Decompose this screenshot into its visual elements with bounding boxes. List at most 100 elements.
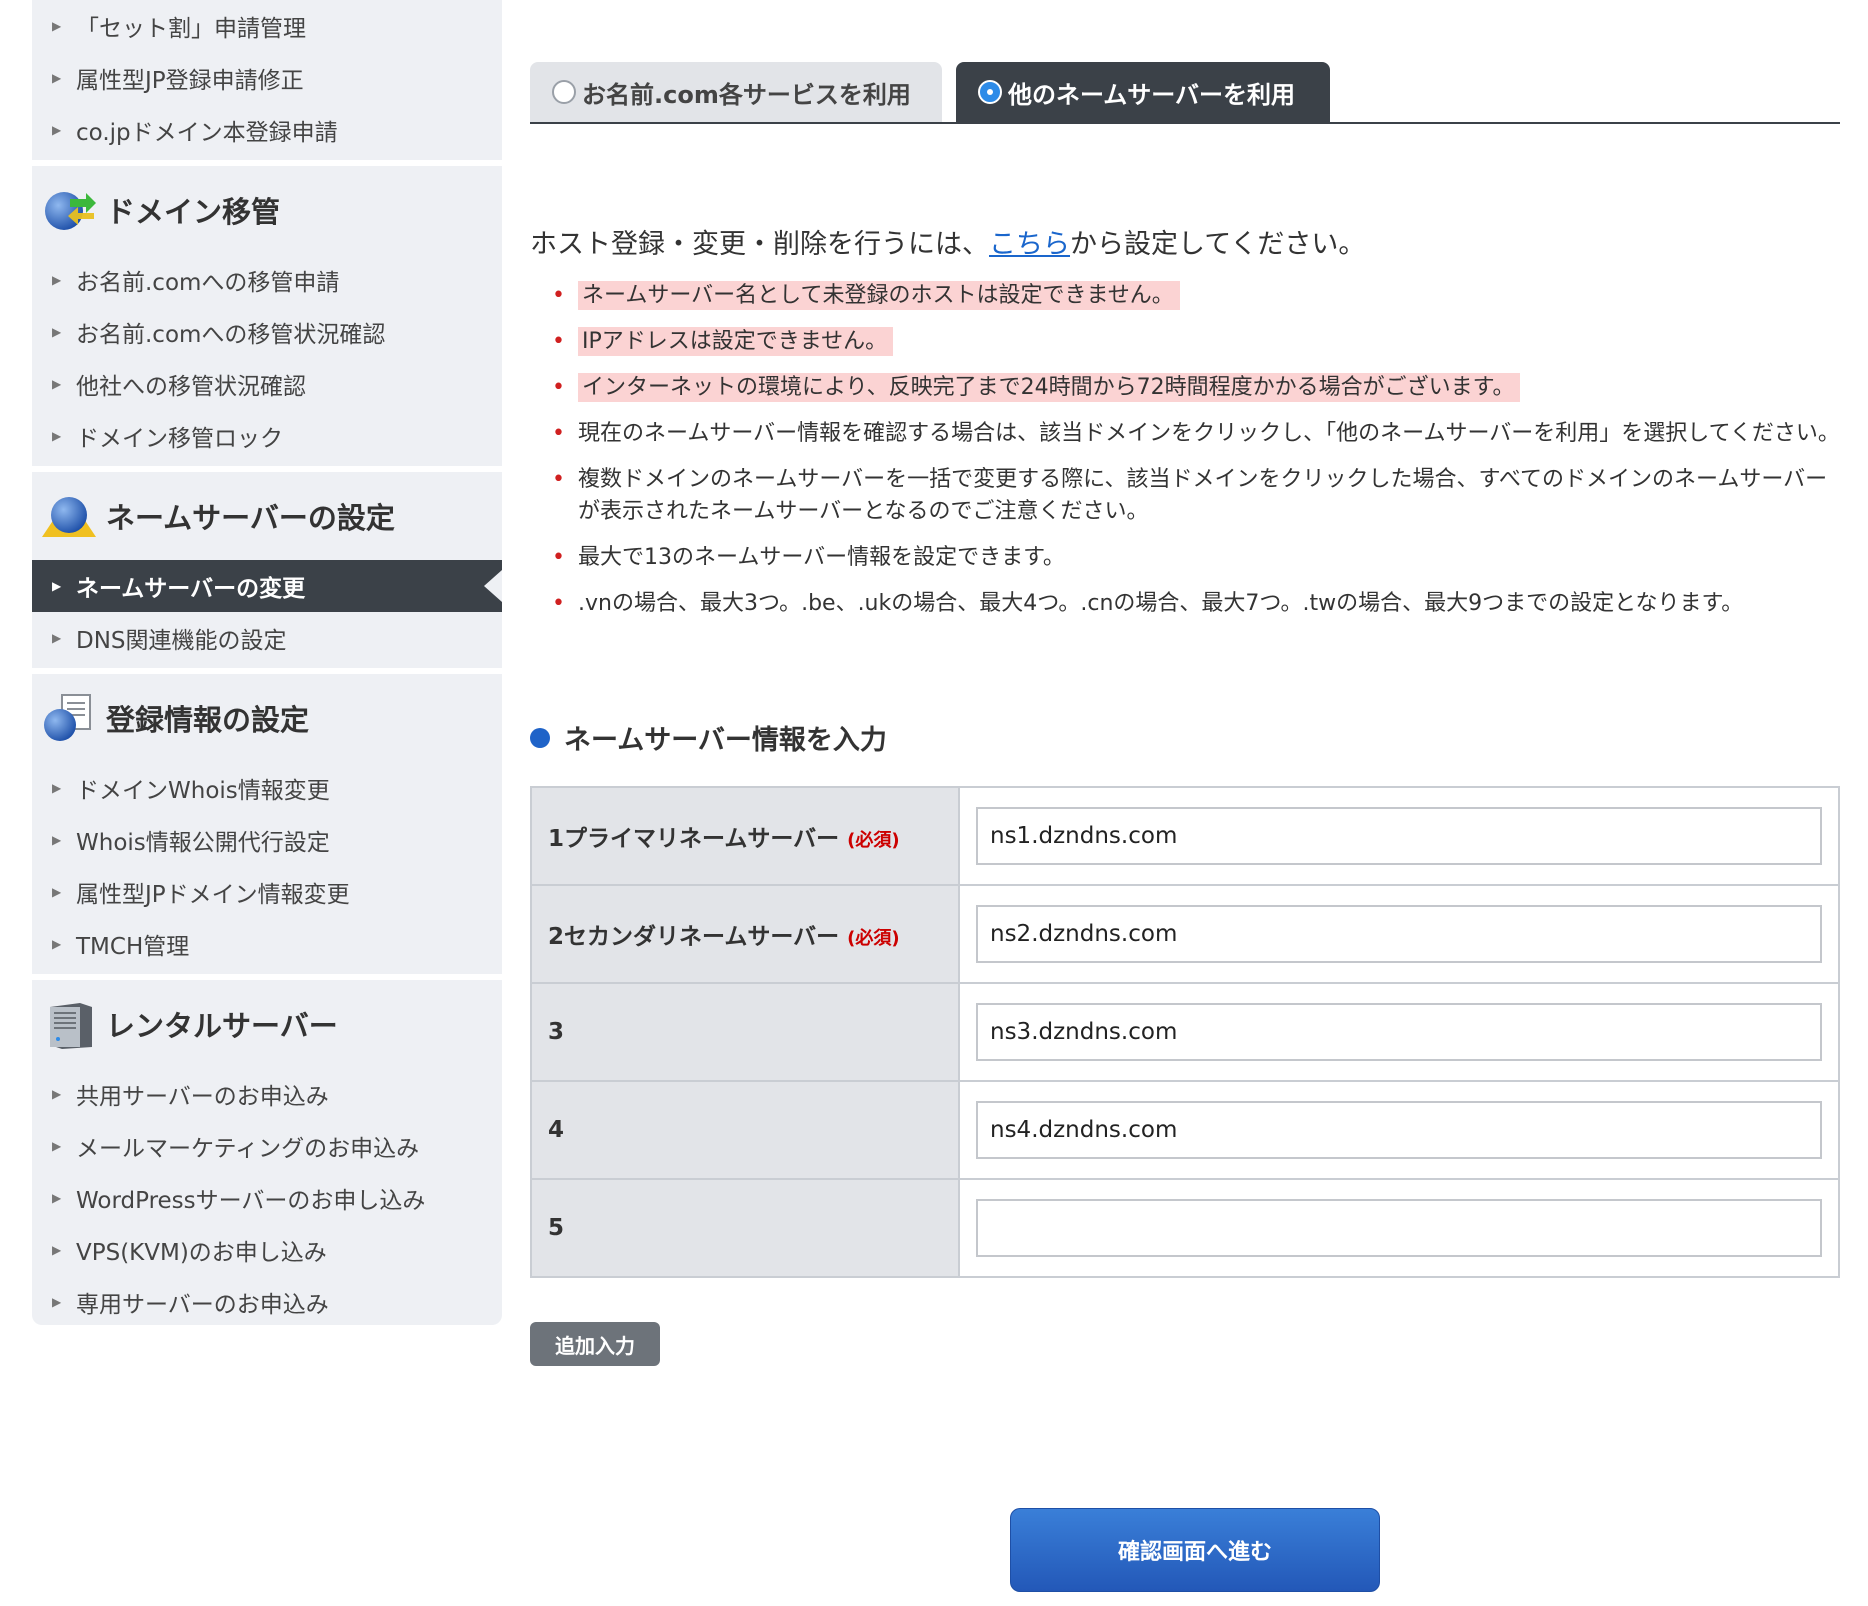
sidebar-group-title: ドメイン移管 xyxy=(106,195,281,229)
sidebar-item-jp-attr-change[interactable]: ▶ 属性型JPドメイン情報変更 xyxy=(32,866,502,918)
sidebar-item-wordpress-server[interactable]: ▶ WordPressサーバーのお申し込み xyxy=(32,1172,502,1224)
sidebar-item-label: VPS(KVM)のお申し込み xyxy=(76,1240,327,1266)
sidebar-item-set-discount[interactable]: ▶ 「セット割」申請管理 xyxy=(32,0,502,52)
sidebar-group-rental: レンタルサーバー ▶ 共用サーバーのお申込み ▶ メールマーケティングのお申込み… xyxy=(32,980,502,1332)
intro-text: ホスト登録・変更・削除を行うには、こちらから設定してください。 xyxy=(530,222,1365,261)
globe-arrows-icon xyxy=(45,192,96,230)
sidebar-item-label: 属性型JP登録申請修正 xyxy=(76,68,304,94)
sidebar: ▶ 「セット割」申請管理 ▶ 属性型JP登録申請修正 ▶ co.jpドメイン本登… xyxy=(32,0,502,1325)
section-title: ネームサーバー情報を入力 xyxy=(530,718,887,757)
sidebar-group-header: ドメイン移管 xyxy=(32,166,502,254)
host-settings-link[interactable]: こちら xyxy=(989,229,1070,260)
sidebar-item-whois-change[interactable]: ▶ ドメインWhois情報変更 xyxy=(32,762,502,814)
radio-selected-icon[interactable] xyxy=(978,80,1002,104)
section-title-text: ネームサーバー情報を入力 xyxy=(564,725,887,756)
nameserver-label-text: 1プライマリネームサーバー xyxy=(548,826,840,852)
nameserver-field-cell xyxy=(958,1080,1840,1180)
sidebar-item-jp-attr-fix[interactable]: ▶ 属性型JP登録申請修正 xyxy=(32,52,502,104)
sidebar-item-label: メールマーケティングのお申込み xyxy=(76,1136,420,1162)
list-item: • IPアドレスは設定できません。 xyxy=(552,326,1840,358)
triangle-right-icon: ▶ xyxy=(52,429,62,443)
table-row: 1プライマリネームサーバー (必須) xyxy=(530,786,1840,886)
sidebar-item-mail-marketing[interactable]: ▶ メールマーケティングのお申込み xyxy=(32,1120,502,1172)
sidebar-item-dedicated-server[interactable]: ▶ 専用サーバーのお申込み xyxy=(32,1276,502,1328)
sidebar-item-label: 他社への移管状況確認 xyxy=(76,374,306,400)
sidebar-item-label: 共用サーバーのお申込み xyxy=(76,1084,329,1110)
nameserver-field-cell xyxy=(958,884,1840,984)
globe-document-icon xyxy=(44,694,91,741)
sidebar-group-top: ▶ 「セット割」申請管理 ▶ 属性型JP登録申請修正 ▶ co.jpドメイン本登… xyxy=(32,0,502,166)
nameserver-input-5[interactable] xyxy=(976,1199,1822,1257)
note-text: 最大で13のネームサーバー情報を設定できます。 xyxy=(578,545,1065,570)
sidebar-item-transfer-out-status[interactable]: ▶ 他社への移管状況確認 xyxy=(32,358,502,410)
list-item: • 複数ドメインのネームサーバーを一括で変更する際に、該当ドメインをクリックした場… xyxy=(552,464,1840,528)
sidebar-item-tmch[interactable]: ▶ TMCH管理 xyxy=(32,918,502,970)
note-text: .vnの場合、最大3つ。.be、.ukの場合、最大4つ。.cnの場合、最大7つ。… xyxy=(578,591,1744,616)
sidebar-group-nameserver: ネームサーバーの設定 ▶ ネームサーバーの変更 ▶ DNS関連機能の設定 xyxy=(32,472,502,674)
sidebar-group-title: ネームサーバーの設定 xyxy=(106,501,395,535)
triangle-right-icon: ▶ xyxy=(52,123,62,137)
nameserver-label: 3 xyxy=(530,982,960,1082)
required-badge: (必須) xyxy=(847,928,900,949)
sidebar-item-transfer-status[interactable]: ▶ お名前.comへの移管状況確認 xyxy=(32,306,502,358)
notes-list: • ネームサーバー名として未登録のホストは設定できません。 • IPアドレスは設定で… xyxy=(552,280,1840,634)
bullet-icon: • xyxy=(552,467,565,492)
tab-other-nameserver[interactable]: 他のネームサーバーを利用 xyxy=(956,62,1330,122)
bullet-icon: • xyxy=(552,283,565,308)
nameserver-input-4[interactable] xyxy=(976,1101,1822,1159)
note-text: 現在のネームサーバー情報を確認する場合は、該当ドメインをクリックし、「他のネーム… xyxy=(578,421,1840,446)
note-text: 複数ドメインのネームサーバーを一括で変更する際に、該当ドメインをクリックした場合… xyxy=(578,467,1828,524)
nameserver-label-text: 3 xyxy=(548,1019,565,1045)
sidebar-item-label: co.jpドメイン本登録申請 xyxy=(76,120,338,146)
confirm-button[interactable]: 確認画面へ進む xyxy=(1010,1508,1380,1592)
sidebar-item-transfer-lock[interactable]: ▶ ドメイン移管ロック xyxy=(32,410,502,462)
nameserver-input-2[interactable] xyxy=(976,905,1822,963)
radio-unselected-icon[interactable] xyxy=(552,80,576,104)
sidebar-item-shared-server[interactable]: ▶ 共用サーバーのお申込み xyxy=(32,1068,502,1120)
note-text: ネームサーバー名として未登録のホストは設定できません。 xyxy=(578,281,1180,310)
sidebar-group-title: レンタルサーバー xyxy=(106,1009,338,1043)
table-row: 4 xyxy=(530,1080,1840,1180)
nameserver-label-text: 4 xyxy=(548,1117,565,1143)
nameserver-input-1[interactable] xyxy=(976,807,1822,865)
sidebar-item-label: Whois情報公開代行設定 xyxy=(76,830,330,856)
sidebar-item-label: ドメインWhois情報変更 xyxy=(76,778,330,804)
nameserver-field-cell xyxy=(958,786,1840,886)
sidebar-item-label: ネームサーバーの変更 xyxy=(76,576,306,602)
bullet-icon: • xyxy=(552,591,565,616)
add-input-button[interactable]: 追加入力 xyxy=(530,1322,660,1366)
triangle-right-icon: ▶ xyxy=(52,19,62,33)
triangle-right-icon: ▶ xyxy=(52,273,62,287)
nameserver-field-cell xyxy=(958,1178,1840,1278)
intro-after: から設定してください。 xyxy=(1070,229,1366,260)
triangle-right-icon: ▶ xyxy=(52,1139,62,1153)
sidebar-item-label: ドメイン移管ロック xyxy=(76,426,283,452)
triangle-right-icon: ▶ xyxy=(52,1295,62,1309)
sidebar-item-nameserver-change[interactable]: ▶ ネームサーバーの変更 xyxy=(32,560,502,612)
triangle-right-icon: ▶ xyxy=(52,579,62,593)
sidebar-item-cojp-register[interactable]: ▶ co.jpドメイン本登録申請 xyxy=(32,104,502,156)
list-item: • .vnの場合、最大3つ。.be、.ukの場合、最大4つ。.cnの場合、最大7つ… xyxy=(552,588,1840,620)
sidebar-item-label: 「セット割」申請管理 xyxy=(76,16,306,42)
nameserver-tabs: お名前.com各サービスを利用 他のネームサーバーを利用 xyxy=(530,62,1840,124)
bullet-icon: • xyxy=(552,545,565,570)
triangle-right-icon: ▶ xyxy=(52,833,62,847)
table-row: 5 xyxy=(530,1178,1840,1278)
nameserver-label: 4 xyxy=(530,1080,960,1180)
nameserver-field-cell xyxy=(958,982,1840,1082)
sidebar-item-dns-settings[interactable]: ▶ DNS関連機能の設定 xyxy=(32,612,502,664)
sidebar-item-whois-proxy[interactable]: ▶ Whois情報公開代行設定 xyxy=(32,814,502,866)
sidebar-group-title: 登録情報の設定 xyxy=(106,703,310,737)
sidebar-group-registration: 登録情報の設定 ▶ ドメインWhois情報変更 ▶ Whois情報公開代行設定 … xyxy=(32,674,502,980)
triangle-right-icon: ▶ xyxy=(52,781,62,795)
tab-onamae-services[interactable]: お名前.com各サービスを利用 xyxy=(530,62,942,122)
globe-nameserver-icon xyxy=(42,497,96,537)
sidebar-item-label: DNS関連機能の設定 xyxy=(76,628,287,654)
sidebar-item-transfer-apply[interactable]: ▶ お名前.comへの移管申請 xyxy=(32,254,502,306)
sidebar-item-label: お名前.comへの移管申請 xyxy=(76,270,340,296)
triangle-right-icon: ▶ xyxy=(52,885,62,899)
triangle-right-icon: ▶ xyxy=(52,937,62,951)
server-icon xyxy=(50,1003,92,1049)
nameserver-input-3[interactable] xyxy=(976,1003,1822,1061)
sidebar-item-vps[interactable]: ▶ VPS(KVM)のお申し込み xyxy=(32,1224,502,1276)
